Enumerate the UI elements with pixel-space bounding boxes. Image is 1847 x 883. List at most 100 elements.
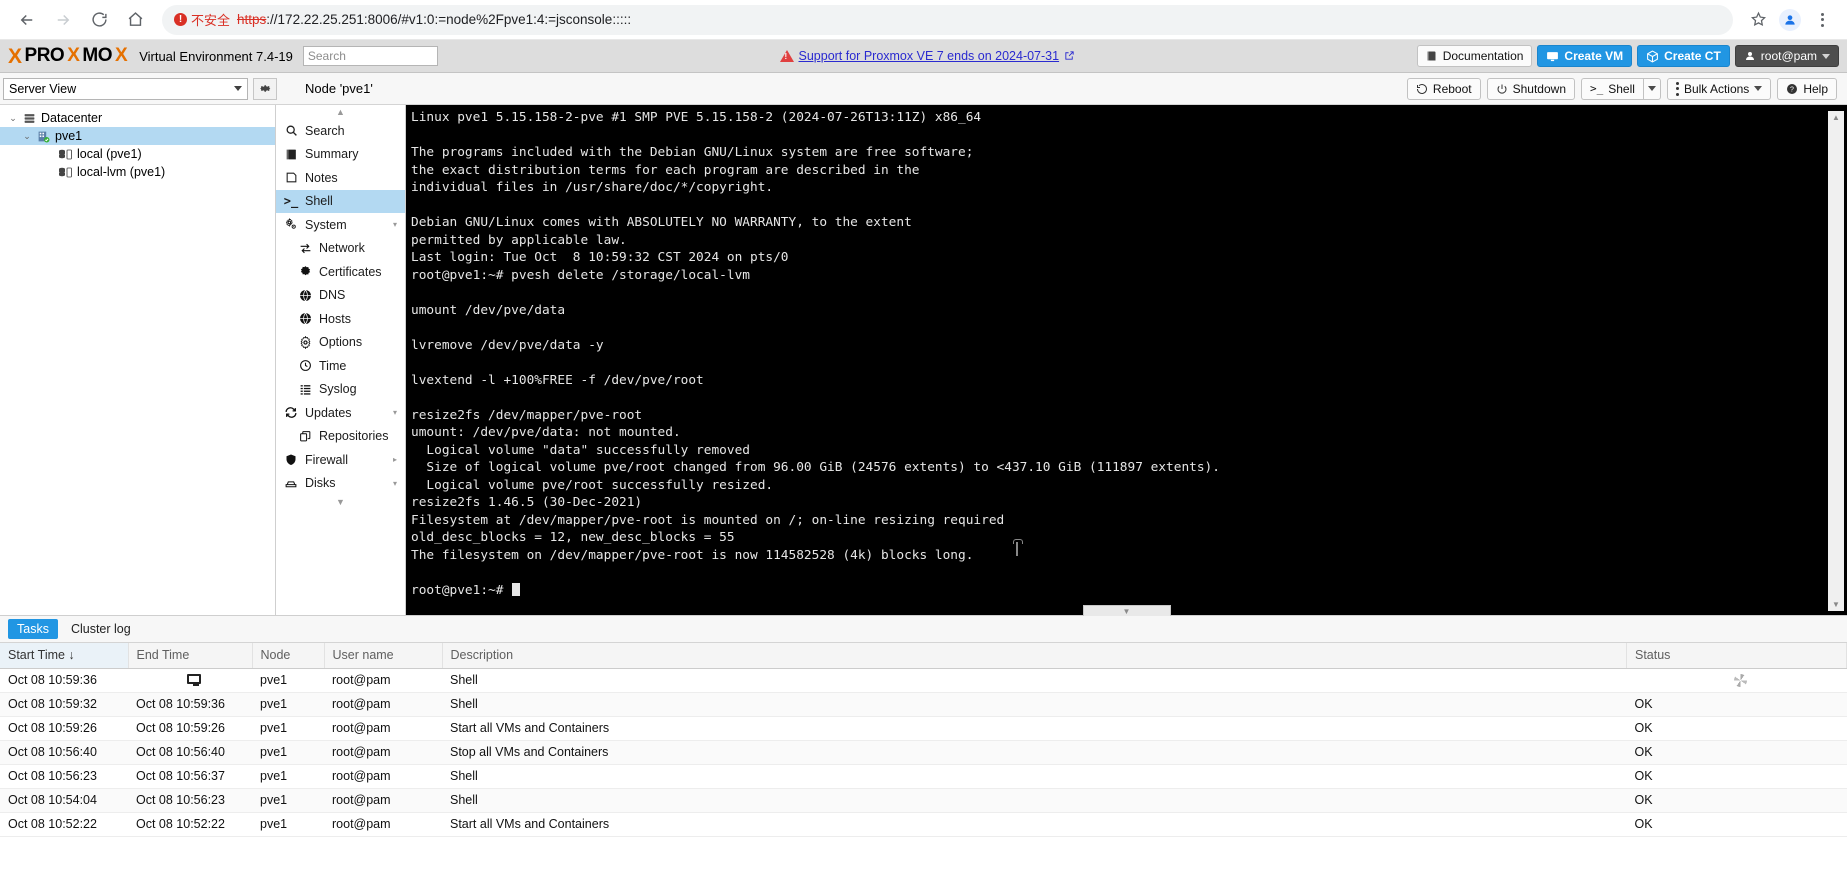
nav-item-label: Hosts: [319, 311, 351, 326]
column-header-node[interactable]: Node: [252, 643, 325, 669]
table-row[interactable]: Oct 08 10:56:40 Oct 08 10:56:40 pve1 root@p…: [0, 740, 1847, 765]
table-row[interactable]: Oct 08 10:56:23 Oct 08 10:56:37 pve1 root@p…: [0, 764, 1847, 789]
cell-status: OK: [1626, 812, 1847, 837]
shell-dropdown-button[interactable]: [1642, 77, 1661, 100]
tree-item-datacenter[interactable]: ⌄ Datacenter: [0, 109, 275, 127]
prompt-icon: >_: [1590, 82, 1604, 95]
cell-end-time: Oct 08 10:59:26: [128, 716, 252, 741]
chevron-down-icon: [1822, 53, 1830, 59]
cell-start-time: Oct 08 10:54:04: [0, 788, 128, 813]
bookmark-star-icon[interactable]: [1743, 5, 1773, 35]
insecure-badge[interactable]: ! 不安全: [174, 10, 230, 29]
mouse-cursor: [1013, 539, 1023, 556]
cell-description: Start all VMs and Containers: [442, 812, 1627, 837]
nav-item-shell[interactable]: >_ Shell: [276, 189, 405, 213]
user-menu-button[interactable]: root@pam: [1734, 45, 1839, 67]
cell-node: pve1: [252, 788, 324, 813]
tab-cluster-log[interactable]: Cluster log: [62, 619, 140, 639]
column-header-status[interactable]: Status: [1626, 643, 1847, 669]
nav-scroll-up-button[interactable]: ▲: [276, 105, 405, 119]
panel-collapse-handle[interactable]: ▼: [1082, 605, 1171, 616]
forward-button[interactable]: [46, 3, 80, 37]
nav-item-updates[interactable]: Updates ▾: [276, 401, 405, 425]
disk-icon: [284, 477, 298, 490]
nav-scroll-down-button[interactable]: ▼: [276, 495, 405, 509]
create-ct-button[interactable]: Create CT: [1637, 45, 1730, 67]
table-row[interactable]: Oct 08 10:59:32 Oct 08 10:59:36 pve1 root@p…: [0, 692, 1847, 717]
scroll-down-icon[interactable]: ▼: [1832, 598, 1840, 611]
shell-button[interactable]: >_ Shell: [1581, 77, 1643, 100]
cell-user-name: root@pam: [324, 692, 442, 717]
nav-expander-icon[interactable]: ▾: [393, 479, 397, 488]
tab-tasks[interactable]: Tasks: [8, 619, 58, 639]
tasks-table: Start Time ↓ End Time Node User name Descrip…: [0, 643, 1847, 837]
cell-description: Shell: [442, 764, 1627, 789]
table-row[interactable]: Oct 08 10:59:26 Oct 08 10:59:26 pve1 root@p…: [0, 716, 1847, 741]
tree-item-local[interactable]: local (pve1): [0, 145, 275, 163]
create-vm-button[interactable]: Create VM: [1537, 45, 1633, 67]
nav-item-disks[interactable]: Disks ▾: [276, 472, 405, 496]
tasks-panel: Tasks Cluster log Start Time ↓ End Time Nod…: [0, 615, 1847, 883]
shell-split-button[interactable]: >_ Shell: [1581, 77, 1661, 100]
kebab-menu-icon[interactable]: [1807, 5, 1837, 35]
tree-item-pve1[interactable]: ⌄ pve1: [0, 127, 275, 145]
bulk-actions-button[interactable]: Bulk Actions: [1666, 77, 1772, 100]
url-text: https://172.22.25.251:8006/#v1:0:=node%2…: [237, 12, 631, 27]
table-row[interactable]: Oct 08 10:54:04 Oct 08 10:56:23 pve1 root@p…: [0, 788, 1847, 813]
nav-item-firewall[interactable]: Firewall ▸: [276, 448, 405, 472]
loading-spinner-icon: [1734, 674, 1747, 688]
nav-expander-icon[interactable]: ▾: [393, 220, 397, 229]
shutdown-button[interactable]: Shutdown: [1486, 77, 1575, 100]
documentation-label: Documentation: [1442, 49, 1524, 63]
tree-twisty-icon[interactable]: ⌄: [22, 131, 32, 142]
cell-end-time: Oct 08 10:52:22: [128, 812, 252, 837]
tasks-tabbar: Tasks Cluster log: [0, 616, 1847, 643]
cell-start-time: Oct 08 10:59:36: [0, 668, 128, 693]
node-nav-menu: ▲ Search Summary Notes >_ Shell System ▾ Networ…: [276, 105, 406, 615]
nav-expander-icon[interactable]: ▾: [393, 408, 397, 417]
column-header-user-name[interactable]: User name: [324, 643, 443, 669]
table-row[interactable]: Oct 08 10:52:22 Oct 08 10:52:22 pve1 root@p…: [0, 812, 1847, 837]
terminal-scrollbar[interactable]: ▲ ▼: [1827, 111, 1844, 611]
search-input[interactable]: [302, 46, 438, 66]
tree-item-local-lvm[interactable]: local-lvm (pve1): [0, 163, 275, 181]
shell-console[interactable]: Linux pve1 5.15.158-2-pve #1 SMP PVE 5.1…: [406, 105, 1847, 616]
nav-item-label: Search: [305, 123, 345, 138]
bulk-actions-label: Bulk Actions: [1683, 81, 1750, 96]
summary-icon: [284, 148, 298, 161]
tree-twisty-icon[interactable]: ⌄: [8, 113, 18, 124]
gear-icon[interactable]: [253, 77, 277, 100]
documentation-button[interactable]: Documentation: [1416, 45, 1533, 67]
reload-button[interactable]: [82, 3, 116, 37]
address-bar[interactable]: ! 不安全 https://172.22.25.251:8006/#v1:0:=…: [162, 4, 1733, 35]
terminal-output[interactable]: Linux pve1 5.15.158-2-pve #1 SMP PVE 5.1…: [406, 109, 1827, 615]
back-button[interactable]: [10, 3, 44, 37]
nav-item-network[interactable]: Network: [276, 237, 405, 261]
nav-item-hosts[interactable]: Hosts: [276, 307, 405, 331]
nav-item-options[interactable]: Options: [276, 331, 405, 355]
nav-expander-icon[interactable]: ▸: [393, 455, 397, 464]
support-link[interactable]: Support for Proxmox VE 7 ends on 2024-07…: [799, 49, 1060, 63]
nav-item-time[interactable]: Time: [276, 354, 405, 378]
home-button[interactable]: [118, 3, 152, 37]
nav-item-system[interactable]: System ▾: [276, 213, 405, 237]
profile-avatar-icon[interactable]: [1775, 5, 1805, 35]
cell-status: OK: [1626, 692, 1847, 717]
column-header-end-time[interactable]: End Time: [128, 643, 253, 669]
nav-item-notes[interactable]: Notes: [276, 166, 405, 190]
help-button[interactable]: ? Help: [1777, 77, 1837, 100]
logo-x-icon: X: [8, 44, 22, 68]
column-header-start-time[interactable]: Start Time ↓: [0, 643, 129, 669]
nav-item-certificates[interactable]: Certificates: [276, 260, 405, 284]
scroll-up-icon[interactable]: ▲: [1832, 111, 1840, 124]
table-row[interactable]: Oct 08 10:59:36 pve1 root@pam Shell: [0, 668, 1847, 693]
reboot-button[interactable]: Reboot: [1406, 77, 1481, 100]
nav-item-summary[interactable]: Summary: [276, 143, 405, 167]
server-view-select[interactable]: Server View: [3, 77, 248, 100]
nav-item-dns[interactable]: DNS: [276, 284, 405, 308]
nav-item-repositories[interactable]: Repositories: [276, 425, 405, 449]
column-header-description[interactable]: Description: [442, 643, 1627, 669]
nav-item-label: Network: [319, 241, 365, 256]
nav-item-search[interactable]: Search: [276, 119, 405, 143]
nav-item-syslog[interactable]: Syslog: [276, 378, 405, 402]
